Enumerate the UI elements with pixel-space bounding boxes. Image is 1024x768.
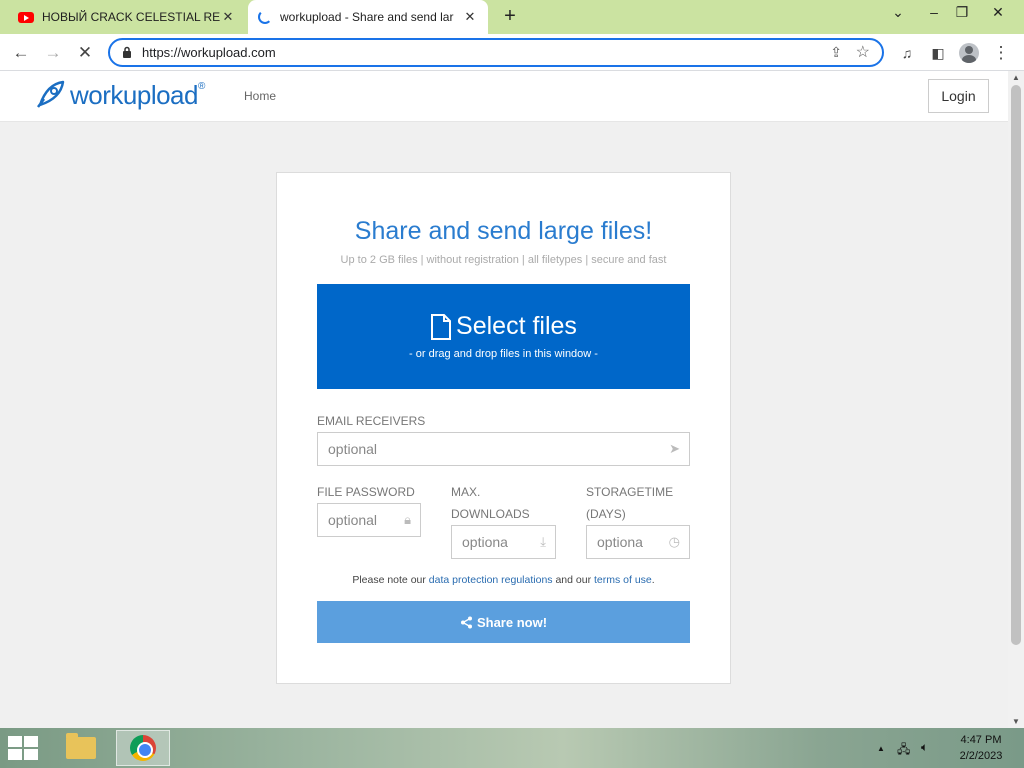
address-bar[interactable]: https://workupload.com ⇪ ☆ — [108, 38, 884, 67]
stop-button[interactable]: ✕ — [72, 40, 98, 66]
tab-strip: НОВЫЙ CRACK CELESTIAL RECO ✕ workupload … — [0, 0, 1024, 34]
rocket-logo-icon — [37, 80, 65, 108]
max-downloads-input[interactable] — [462, 526, 508, 558]
page-scrollbar[interactable]: ▲ ▼ — [1008, 71, 1024, 728]
storage-time-label-line1: STORAGETIME — [586, 485, 674, 499]
scroll-up-icon[interactable]: ▲ — [1012, 73, 1020, 82]
storage-time-field[interactable]: ◷ — [586, 525, 690, 559]
tab-title: НОВЫЙ CRACK CELESTIAL RECO — [42, 10, 220, 24]
clock-icon: ◷ — [668, 534, 680, 549]
download-icon: ⤓ — [540, 534, 546, 549]
windows-taskbar: ▲ 🖧︎ 🔈︎ 4:47 PM 2/2/2023 — [0, 728, 1024, 768]
forward-button[interactable]: → — [40, 40, 66, 66]
max-downloads-label-line1: MAX. — [451, 485, 481, 499]
select-files-label: Select files — [456, 312, 577, 340]
lock-icon: 🔒︎ — [404, 512, 411, 527]
scroll-down-icon[interactable]: ▼ — [1012, 717, 1020, 726]
avatar-icon — [959, 43, 979, 63]
web-page: workupload ® Home Login Share and send l… — [0, 71, 1008, 728]
password-field[interactable]: 🔒︎ — [317, 503, 421, 537]
system-clock[interactable]: 4:47 PM 2/2/2023 — [950, 732, 1012, 764]
max-downloads-label-line2: DOWNLOADS — [451, 507, 530, 521]
note-text: . — [651, 574, 655, 586]
browser-toolbar: ← → ✕ https://workupload.com ⇪ ☆ ♫ ◧ ⋮ — [0, 34, 1024, 71]
scrollbar-thumb[interactable] — [1011, 85, 1021, 645]
taskbar-chrome[interactable] — [116, 730, 170, 766]
menu-kebab-icon[interactable]: ⋮ — [988, 40, 1014, 66]
terms-link[interactable]: terms of use — [594, 574, 652, 586]
volume-icon[interactable]: 🔈︎ — [921, 740, 928, 755]
drag-drop-hint: - or drag and drop files in this window … — [409, 348, 598, 360]
tab-search-icon[interactable]: ⌄ — [880, 0, 916, 28]
note-text: and our — [552, 574, 594, 586]
share-now-button[interactable]: Share now! — [317, 601, 690, 643]
chrome-icon — [130, 735, 156, 761]
data-protection-link[interactable]: data protection regulations — [429, 574, 553, 586]
url-text[interactable]: https://workupload.com — [142, 45, 276, 60]
storage-time-label-line2: (DAYS) — [586, 507, 626, 521]
select-files-dropzone[interactable]: Select files - or drag and drop files in… — [317, 284, 690, 389]
email-field[interactable]: ➤ — [317, 432, 690, 466]
share-now-label: Share now! — [476, 614, 548, 630]
logo-wordmark: workupload — [70, 79, 198, 110]
windows-start-icon[interactable] — [8, 736, 38, 760]
password-input[interactable] — [328, 504, 394, 536]
email-input[interactable] — [328, 433, 648, 465]
share-icon[interactable]: ⇪ — [830, 44, 842, 61]
media-icon[interactable]: ♫ — [894, 40, 920, 66]
restore-button[interactable]: ❐ — [944, 0, 980, 28]
folder-icon — [66, 733, 96, 759]
storage-time-input[interactable] — [597, 526, 643, 558]
tray-expand-icon[interactable]: ▲ — [877, 744, 885, 753]
note-text: Please note our — [352, 574, 429, 586]
tab-title: workupload - Share and send lar — [280, 10, 454, 24]
nav-home-link[interactable]: Home — [244, 89, 276, 103]
site-logo[interactable]: workupload ® — [34, 79, 205, 111]
login-button[interactable]: Login — [928, 79, 989, 113]
page-title: Share and send large files! — [354, 217, 653, 245]
email-label: EMAIL RECEIVERS — [317, 414, 426, 428]
share-icon — [460, 616, 472, 628]
lock-icon — [123, 46, 131, 58]
youtube-icon — [18, 11, 34, 23]
bookmark-star-icon[interactable]: ☆ — [856, 42, 870, 62]
password-label: FILE PASSWORD — [317, 485, 415, 499]
upload-card: Share and send large files! Up to 2 GB f… — [276, 172, 731, 684]
network-icon[interactable]: 🖧︎ — [897, 740, 910, 761]
clock-date: 2/2/2023 — [959, 750, 1003, 762]
page-subtitle: Up to 2 GB files | without registration … — [340, 254, 667, 266]
loading-spinner-icon — [258, 10, 272, 24]
site-header: workupload ® Home Login — [0, 71, 1008, 122]
tab-workupload[interactable]: workupload - Share and send lar ✕ — [248, 0, 488, 34]
close-tab-icon[interactable]: ✕ — [220, 9, 236, 25]
new-tab-button[interactable]: + — [498, 5, 522, 29]
back-button[interactable]: ← — [8, 40, 34, 66]
close-window-button[interactable]: ✕ — [980, 0, 1016, 28]
registered-mark: ® — [197, 81, 206, 92]
taskbar-file-explorer[interactable] — [54, 730, 108, 766]
file-icon — [431, 313, 452, 340]
max-downloads-field[interactable]: ⤓ — [451, 525, 556, 559]
legal-note: Please note our data protection regulati… — [277, 574, 730, 586]
tab-youtube[interactable]: НОВЫЙ CRACK CELESTIAL RECO ✕ — [8, 0, 246, 34]
side-panel-icon[interactable]: ◧ — [925, 40, 951, 66]
profile-button[interactable] — [956, 40, 982, 66]
close-tab-icon[interactable]: ✕ — [462, 9, 478, 25]
paper-plane-icon: ➤ — [669, 441, 680, 456]
clock-time: 4:47 PM — [960, 734, 1002, 746]
